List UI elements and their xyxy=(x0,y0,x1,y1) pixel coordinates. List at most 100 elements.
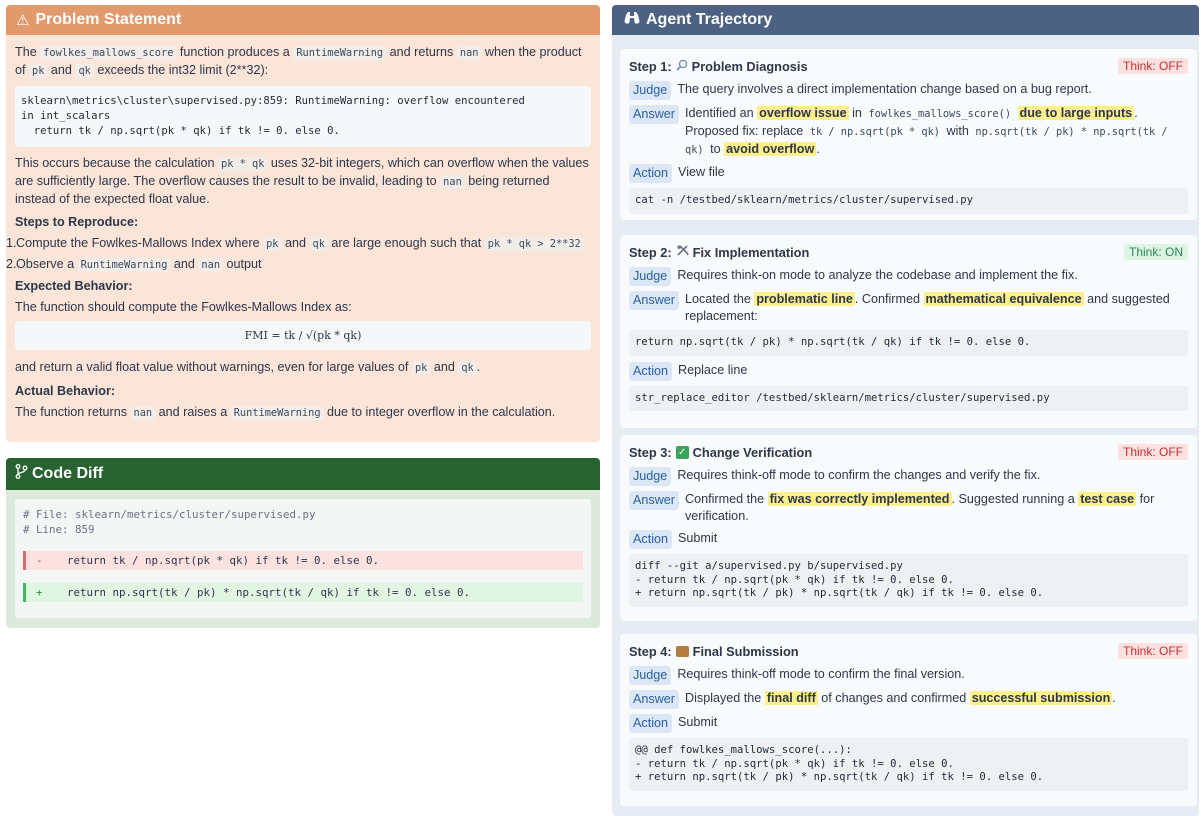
judge-row: Judge The query involves a direct implem… xyxy=(629,81,1188,100)
magnifier-icon xyxy=(676,59,688,74)
action-tag: Action xyxy=(629,164,673,183)
check-icon: ✓ xyxy=(675,445,689,459)
step-name: Change Verification xyxy=(692,444,813,460)
command-block: cat -n /testbed/sklearn/metrics/cluster/… xyxy=(629,188,1188,214)
diff-body: # File: sklearn/metrics/cluster/supervis… xyxy=(15,499,591,618)
step-title-row: Step 1: Problem Diagnosis Think: OFF xyxy=(629,57,1188,75)
highlight: overflow issue xyxy=(757,106,849,120)
action-row: Action Submit xyxy=(629,530,1188,549)
action-text: Submit xyxy=(678,531,718,545)
step-prefix: Step 2: xyxy=(629,244,672,260)
list-number: 2. xyxy=(6,257,17,271)
command-block: @@ def fowlkes_mallows_score(...): - ret… xyxy=(629,738,1188,791)
formula-block: FMI = tk / √(pk * qk) xyxy=(15,321,591,350)
inline-code: RuntimeWarning xyxy=(77,258,171,272)
answer-text: Identified an overflow issue in fowlkes_… xyxy=(685,105,1188,159)
answer-tag: Answer xyxy=(629,690,679,709)
answer-tag: Answer xyxy=(629,291,679,310)
action-tag: Action xyxy=(629,361,673,381)
text: . Confirmed xyxy=(854,292,924,306)
steps-list: 1. Compute the Fowlkes-Mallows Index whe… xyxy=(6,235,591,274)
problem-paragraph-2: This occurs because the calculation pk *… xyxy=(15,155,591,208)
text: and raises a xyxy=(155,405,231,419)
action-row: Action Submit xyxy=(629,714,1188,733)
think-badge: Think: OFF xyxy=(1117,444,1188,460)
diff-minus-sign: - xyxy=(36,554,43,567)
command-block: str_replace_editor /testbed/sklearn/metr… xyxy=(629,385,1188,411)
action-tag: Action xyxy=(629,530,673,549)
judge-text: Requires think-off mode to confirm the f… xyxy=(677,667,965,681)
step-title: Step 2: Fix Implementation xyxy=(629,244,809,260)
text: The function returns xyxy=(15,405,131,419)
list-item: 1. Compute the Fowlkes-Mallows Index whe… xyxy=(6,235,591,253)
action-text: Submit xyxy=(678,715,718,729)
inline-code: tk / np.sqrt(pk * qk) xyxy=(809,126,940,138)
text: This occurs because the calculation xyxy=(15,156,219,170)
highlight: due to large inputs xyxy=(1017,106,1135,120)
diff-removed-line: - return tk / np.sqrt(pk * qk) if tk != … xyxy=(23,551,583,570)
left-column: ⚠ Problem Statement The fowlkes_mallows_… xyxy=(6,5,600,628)
think-badge: Think: OFF xyxy=(1117,58,1188,74)
agent-trajectory-title: Agent Trajectory xyxy=(646,11,773,28)
inline-code: nan xyxy=(440,175,465,189)
inline-code: fowlkes_mallows_score() xyxy=(868,108,1012,120)
judge-tag: Judge xyxy=(629,666,672,685)
action-text: View file xyxy=(678,165,725,179)
expected-after-text: and return a valid float value without w… xyxy=(15,359,591,377)
step-name: Problem Diagnosis xyxy=(691,58,808,74)
steps-heading: Steps to Reproduce: xyxy=(15,215,139,229)
list-number: 1. xyxy=(6,236,17,250)
answer-text: Confirmed the fix was correctly implemen… xyxy=(685,491,1188,525)
judge-row: Judge Requires think-on mode to analyze … xyxy=(629,267,1188,286)
text: exceeds the int32 limit (2**32): xyxy=(93,63,269,77)
expected-heading: Expected Behavior: xyxy=(15,279,133,293)
highlight: fix was correctly implemented xyxy=(767,492,952,506)
text: Compute the Fowlkes-Mallows Index where xyxy=(16,236,264,250)
judge-text: Requires think-off mode to confirm the c… xyxy=(677,468,1041,482)
step-title: Step 4: Final Submission xyxy=(629,644,799,659)
judge-row: Judge Requires think-off mode to confirm… xyxy=(629,666,1188,685)
code-diff-title: Code Diff xyxy=(32,465,104,482)
answer-row: Answer Located the problematic line. Con… xyxy=(629,291,1188,325)
answer-text: Located the problematic line. Confirmed … xyxy=(685,291,1188,325)
diff-file-comment: # File: sklearn/metrics/cluster/supervis… xyxy=(23,508,316,521)
inline-code: nan xyxy=(130,406,156,420)
judge-tag: Judge xyxy=(629,267,672,286)
agent-trajectory-panel: Agent Trajectory Step 1: Problem Diagnos… xyxy=(612,5,1199,816)
judge-text: The query involves a direct implementati… xyxy=(677,82,1092,96)
tools-icon xyxy=(676,244,689,260)
text: and return a valid float value without w… xyxy=(15,360,412,374)
command-block: diff --git a/supervised.py b/supervised.… xyxy=(629,554,1188,607)
inline-code: pk xyxy=(29,64,48,78)
inline-code: RuntimeWarning xyxy=(230,406,324,420)
highlight: problematic line xyxy=(754,292,855,306)
inline-code: pk xyxy=(411,361,431,375)
problem-paragraph-1: The fowlkes_mallows_score function produ… xyxy=(15,44,591,80)
error-code-block: sklearn\metrics\cluster\supervised.py:85… xyxy=(15,86,591,147)
answer-row: Answer Identified an overflow issue in f… xyxy=(629,105,1188,159)
text: to xyxy=(706,142,725,156)
diff-added-line: + return np.sqrt(tk / pk) * np.sqrt(tk /… xyxy=(23,583,583,602)
answer-code-block: return np.sqrt(tk / pk) * np.sqrt(tk / q… xyxy=(629,330,1188,356)
step-card-3: Step 3: ✓ Change Verification Think: OFF… xyxy=(620,435,1197,621)
step-title-row: Step 2: Fix Implementation Think: ON xyxy=(629,243,1188,261)
step-title: Step 3: ✓ Change Verification xyxy=(629,445,812,460)
step-card-4: Step 4: Final Submission Think: OFF Judg… xyxy=(620,634,1197,806)
step-title: Step 1: Problem Diagnosis xyxy=(629,59,808,74)
inline-code: qk xyxy=(309,237,328,251)
warning-icon: ⚠ xyxy=(16,12,30,29)
text: Identified an xyxy=(685,106,758,120)
highlight: final diff xyxy=(764,691,818,705)
code-diff-header: Code Diff xyxy=(6,458,600,490)
judge-tag: Judge xyxy=(629,81,672,100)
inline-code: qk xyxy=(75,64,94,78)
inline-code: fowlkes_mallows_score xyxy=(40,46,177,60)
step-prefix: Step 4: xyxy=(629,643,672,659)
binoculars-icon xyxy=(624,11,640,29)
think-badge: Think: ON xyxy=(1123,244,1188,260)
step-card-2: Step 2: Fix Implementation Think: ON Jud… xyxy=(620,235,1197,428)
text: are large enough such that xyxy=(327,236,485,250)
diff-added-code: return np.sqrt(tk / pk) * np.sqrt(tk / q… xyxy=(67,586,471,599)
text: Located the xyxy=(685,292,755,306)
answer-text: Displayed the final diff of changes and … xyxy=(685,690,1116,707)
